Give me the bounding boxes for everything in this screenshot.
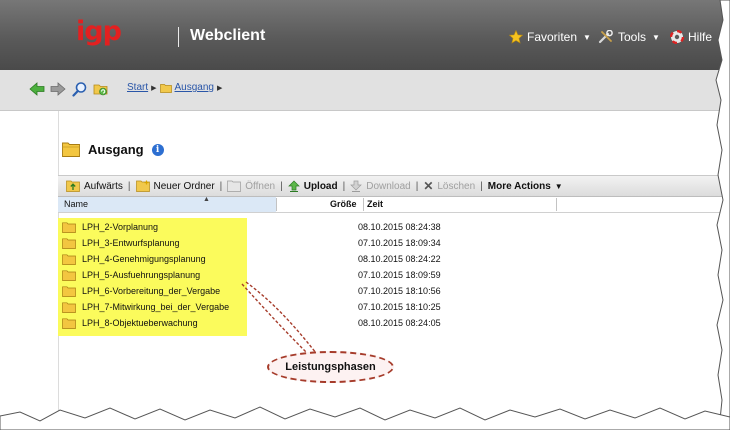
annotation-callout: Leistungsphasen	[267, 351, 394, 383]
annotation-label: Leistungsphasen	[285, 361, 376, 373]
torn-edge-right	[715, 0, 730, 430]
torn-edge-bottom	[0, 406, 730, 430]
